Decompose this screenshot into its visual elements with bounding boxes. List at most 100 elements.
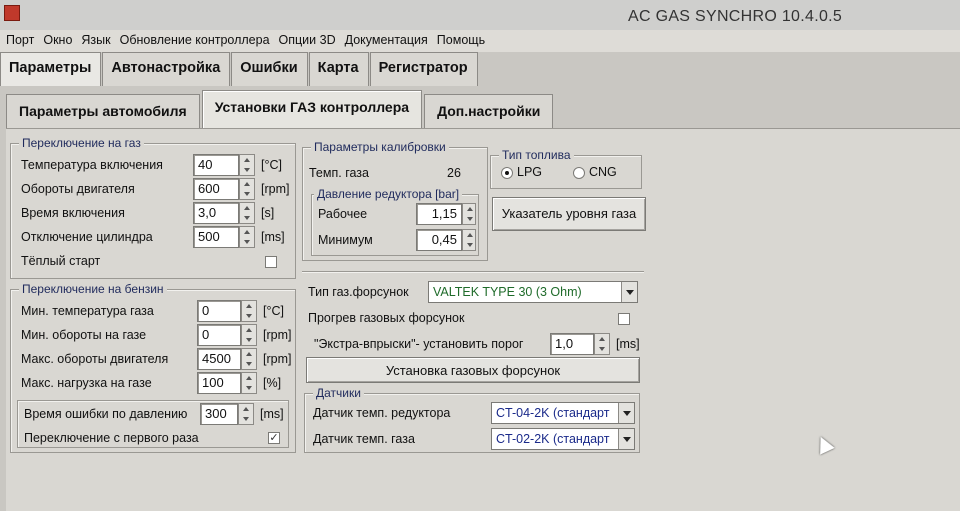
gas-temp-value: 26 bbox=[447, 166, 461, 180]
max-gas-load-spinner[interactable] bbox=[241, 372, 257, 394]
engine-rpm-label: Обороты двигателя bbox=[21, 182, 135, 196]
activation-temp-label: Температура включения bbox=[21, 158, 163, 172]
menu-help[interactable]: Помощь bbox=[435, 30, 492, 52]
separator bbox=[302, 271, 644, 273]
switch-to-petrol-group: Переключение на бензин Мин. температура … bbox=[10, 282, 296, 453]
chevron-down-icon[interactable] bbox=[621, 282, 637, 302]
fuel-type-group: Тип топлива LPG CNG bbox=[490, 148, 642, 189]
max-engine-rpm-input[interactable]: 4500 bbox=[197, 348, 241, 370]
chevron-down-icon[interactable] bbox=[618, 429, 634, 449]
fuel-lpg-radio[interactable] bbox=[501, 167, 513, 179]
warm-start-label: Тёплый старт bbox=[21, 254, 101, 268]
extra-injection-unit: [ms] bbox=[616, 337, 640, 351]
min-gas-temp-label: Мин. температура газа bbox=[21, 304, 154, 318]
max-engine-rpm-spinner[interactable] bbox=[241, 348, 257, 370]
cylinder-cutoff-unit: [ms] bbox=[261, 230, 285, 244]
main-tab-bar: Параметры Автонастройка Ошибки Карта Рег… bbox=[0, 52, 960, 88]
gas-temp-sensor-select[interactable]: CT-02-2K (стандарт bbox=[491, 428, 635, 450]
max-engine-rpm-unit: [rpm] bbox=[263, 352, 292, 366]
title-bar: AC GAS SYNCHRO 10.4.0.5 bbox=[0, 0, 960, 30]
calibration-group: Параметры калибровки Темп. газа 26 Давле… bbox=[302, 140, 488, 261]
activation-time-unit: [s] bbox=[261, 206, 275, 220]
tab-additional-settings[interactable]: Доп.настройки bbox=[424, 94, 554, 128]
injector-type-label: Тип газ.форсунок bbox=[308, 285, 409, 299]
min-pressure-label: Минимум bbox=[318, 233, 373, 247]
activation-temp-unit: [°C] bbox=[261, 158, 282, 172]
working-pressure-input[interactable]: 1,15 bbox=[416, 203, 462, 225]
activation-time-label: Время включения bbox=[21, 206, 125, 220]
fuel-type-title: Тип топлива bbox=[499, 148, 574, 162]
min-gas-temp-input[interactable]: 0 bbox=[197, 300, 241, 322]
max-gas-load-input[interactable]: 100 bbox=[197, 372, 241, 394]
tab-gas-controller-settings[interactable]: Установки ГАЗ контроллера bbox=[201, 90, 423, 128]
switch-to-petrol-title: Переключение на бензин bbox=[19, 282, 167, 296]
reducer-temp-sensor-value: CT-04-2K (стандарт bbox=[496, 406, 610, 420]
tab-map[interactable]: Карта bbox=[308, 52, 369, 86]
activation-time-input[interactable]: 3,0 bbox=[193, 202, 239, 224]
engine-rpm-spinner[interactable] bbox=[239, 178, 255, 200]
injector-warmup-checkbox[interactable] bbox=[618, 313, 630, 325]
app-icon bbox=[4, 5, 20, 21]
extra-injection-input[interactable]: 1,0 bbox=[550, 333, 594, 355]
working-pressure-spinner[interactable] bbox=[462, 203, 476, 225]
min-gas-temp-spinner[interactable] bbox=[241, 300, 257, 322]
injector-warmup-label: Прогрев газовых форсунок bbox=[308, 311, 465, 325]
pressure-error-unit: [ms] bbox=[260, 407, 284, 421]
sensors-title: Датчики bbox=[313, 386, 364, 400]
tab-parameters[interactable]: Параметры bbox=[0, 52, 102, 86]
menu-update-controller[interactable]: Обновление контроллера bbox=[118, 30, 277, 52]
min-gas-rpm-label: Мин. обороты на газе bbox=[21, 328, 147, 342]
calibration-title: Параметры калибровки bbox=[311, 140, 449, 154]
first-time-switch-label: Переключение с первого раза bbox=[24, 431, 199, 445]
engine-rpm-unit: [rpm] bbox=[261, 182, 290, 196]
menu-documentation[interactable]: Документация bbox=[343, 30, 435, 52]
min-gas-temp-unit: [°C] bbox=[263, 304, 284, 318]
extra-injection-spinner[interactable] bbox=[594, 333, 610, 355]
cylinder-cutoff-input[interactable]: 500 bbox=[193, 226, 239, 248]
first-time-switch-checkbox[interactable]: ✓ bbox=[268, 432, 280, 444]
activation-time-spinner[interactable] bbox=[239, 202, 255, 224]
min-pressure-spinner[interactable] bbox=[462, 229, 476, 251]
min-gas-rpm-spinner[interactable] bbox=[241, 324, 257, 346]
pressure-error-input[interactable]: 300 bbox=[200, 403, 238, 425]
tab-recorder[interactable]: Регистратор bbox=[369, 52, 478, 86]
reducer-pressure-subgroup: Давление редуктора [bar] Рабочее 1,15 Ми… bbox=[311, 187, 479, 256]
activation-temp-input[interactable]: 40 bbox=[193, 154, 239, 176]
pressure-error-spinner[interactable] bbox=[238, 403, 254, 425]
switch-to-gas-group: Переключение на газ Температура включени… bbox=[10, 136, 296, 279]
injector-type-value: VALTEK TYPE 30 (3 Ohm) bbox=[433, 285, 582, 299]
install-gas-injectors-button[interactable]: Установка газовых форсунок bbox=[306, 357, 640, 383]
fuel-lpg-label: LPG bbox=[517, 165, 543, 179]
menu-window[interactable]: Окно bbox=[41, 30, 79, 52]
max-gas-load-unit: [%] bbox=[263, 376, 282, 390]
pressure-error-subgroup: Время ошибки по давлению 300 [ms] Перекл… bbox=[17, 400, 289, 448]
min-gas-rpm-input[interactable]: 0 bbox=[197, 324, 241, 346]
min-gas-rpm-unit: [rpm] bbox=[263, 328, 292, 342]
cylinder-cutoff-spinner[interactable] bbox=[239, 226, 255, 248]
menu-port[interactable]: Порт bbox=[4, 30, 41, 52]
reducer-temp-sensor-select[interactable]: CT-04-2K (стандарт bbox=[491, 402, 635, 424]
fuel-cng-radio[interactable] bbox=[573, 167, 585, 179]
chevron-down-icon[interactable] bbox=[618, 403, 634, 423]
menu-language[interactable]: Язык bbox=[79, 30, 117, 52]
menu-bar: Порт Окно Язык Обновление контроллера Оп… bbox=[0, 30, 960, 52]
warm-start-checkbox[interactable] bbox=[265, 256, 277, 268]
reducer-pressure-title: Давление редуктора [bar] bbox=[314, 187, 463, 201]
tab-autotune[interactable]: Автонастройка bbox=[102, 52, 231, 86]
sensors-group: Датчики Датчик темп. редуктора CT-04-2K … bbox=[304, 386, 640, 453]
working-pressure-label: Рабочее bbox=[318, 207, 368, 221]
engine-rpm-input[interactable]: 600 bbox=[193, 178, 239, 200]
activation-temp-spinner[interactable] bbox=[239, 154, 255, 176]
tab-vehicle-params[interactable]: Параметры автомобиля bbox=[6, 94, 200, 128]
injector-type-select[interactable]: VALTEK TYPE 30 (3 Ohm) bbox=[428, 281, 638, 303]
min-pressure-input[interactable]: 0,45 bbox=[416, 229, 462, 251]
gas-temp-sensor-value: CT-02-2K (стандарт bbox=[496, 432, 610, 446]
settings-panel: Переключение на газ Температура включени… bbox=[6, 128, 960, 511]
max-engine-rpm-label: Макс. обороты двигателя bbox=[21, 352, 169, 366]
reducer-temp-sensor-label: Датчик темп. редуктора bbox=[313, 406, 451, 420]
menu-options-3d[interactable]: Опции 3D bbox=[277, 30, 343, 52]
tab-errors[interactable]: Ошибки bbox=[231, 52, 308, 86]
switch-to-gas-title: Переключение на газ bbox=[19, 136, 144, 150]
pressure-error-label: Время ошибки по давлению bbox=[24, 407, 188, 421]
gas-level-indicator-button[interactable]: Указатель уровня газа bbox=[492, 197, 646, 231]
